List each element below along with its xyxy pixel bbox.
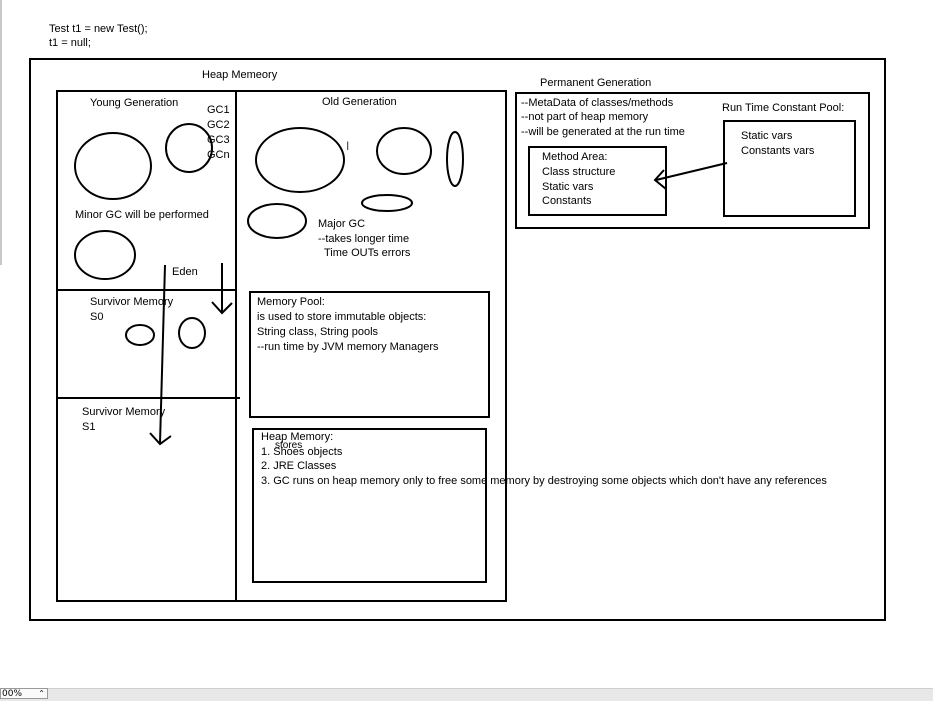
rtcp-item: Constants vars: [741, 145, 815, 157]
minor-gc-label: Minor GC will be performed: [75, 209, 209, 221]
heap-note-item: 2. JRE Classes: [261, 460, 337, 472]
old-object-ellipse: [446, 131, 464, 187]
zoom-value: 00%: [2, 689, 23, 699]
zoom-select[interactable]: 00% ⌃: [0, 688, 48, 699]
old-object-ellipse: [361, 194, 413, 212]
status-bar: [0, 688, 933, 701]
young-object-ellipse: [165, 123, 213, 173]
young-object-ellipse: [74, 132, 152, 200]
gc-label: GC1: [207, 104, 230, 116]
memory-pool-line: String class, String pools: [257, 326, 379, 338]
rtcp-arrow-line: [655, 162, 728, 181]
survivor-s0-title: Survivor Memory: [90, 296, 174, 308]
chevron-up-icon: ⌃: [38, 689, 45, 698]
heap-note-item: 1. Shoes objects: [261, 446, 343, 458]
memory-pool-line: is used to store immutable objects:: [257, 311, 427, 323]
survivor-s1-sub: S1: [82, 421, 96, 433]
heap-title: Heap Memeory: [202, 69, 278, 81]
major-gc-note-1: --takes longer time: [318, 233, 410, 245]
survivor-s0-sub: S0: [90, 311, 104, 323]
survivor-object-ellipse: [125, 324, 155, 346]
heap-note-item: 3. GC runs on heap memory only to free s…: [261, 475, 827, 487]
eden-label: Eden: [172, 266, 198, 278]
memory-pool-line: Memory Pool:: [257, 296, 325, 308]
text-cursor: I: [346, 139, 350, 153]
old-object-ellipse: [247, 203, 307, 239]
gc-label: GCn: [207, 149, 230, 161]
method-area-line: Constants: [542, 195, 592, 207]
survivor-object-ellipse: [178, 317, 206, 349]
rtcp-item: Static vars: [741, 130, 793, 142]
perm-note: --will be generated at the run time: [521, 126, 685, 138]
perm-note: --not part of heap memory: [521, 111, 649, 123]
survivor-s1-title: Survivor Memory: [82, 406, 166, 418]
perm-title: Permanent Generation: [540, 77, 652, 89]
method-area-line: Method Area:: [542, 151, 608, 163]
method-area-line: Static vars: [542, 181, 594, 193]
young-generation-title: Young Generation: [90, 97, 179, 109]
eden-object-ellipse: [74, 230, 136, 280]
rtcp-title: Run Time Constant Pool:: [722, 102, 845, 114]
old-generation-title: Old Generation: [322, 96, 397, 108]
memory-pool-line: --run time by JVM memory Managers: [257, 341, 439, 353]
major-gc-note-2: Time OUTs errors: [324, 247, 411, 259]
method-area-line: Class structure: [542, 166, 616, 178]
perm-note: --MetaData of classes/methods: [521, 97, 674, 109]
old-object-ellipse: [376, 127, 432, 175]
gc-label: GC2: [207, 119, 230, 131]
major-gc-label: Major GC: [318, 218, 366, 230]
old-object-ellipse: [255, 127, 345, 193]
gc-label: GC3: [207, 134, 230, 146]
